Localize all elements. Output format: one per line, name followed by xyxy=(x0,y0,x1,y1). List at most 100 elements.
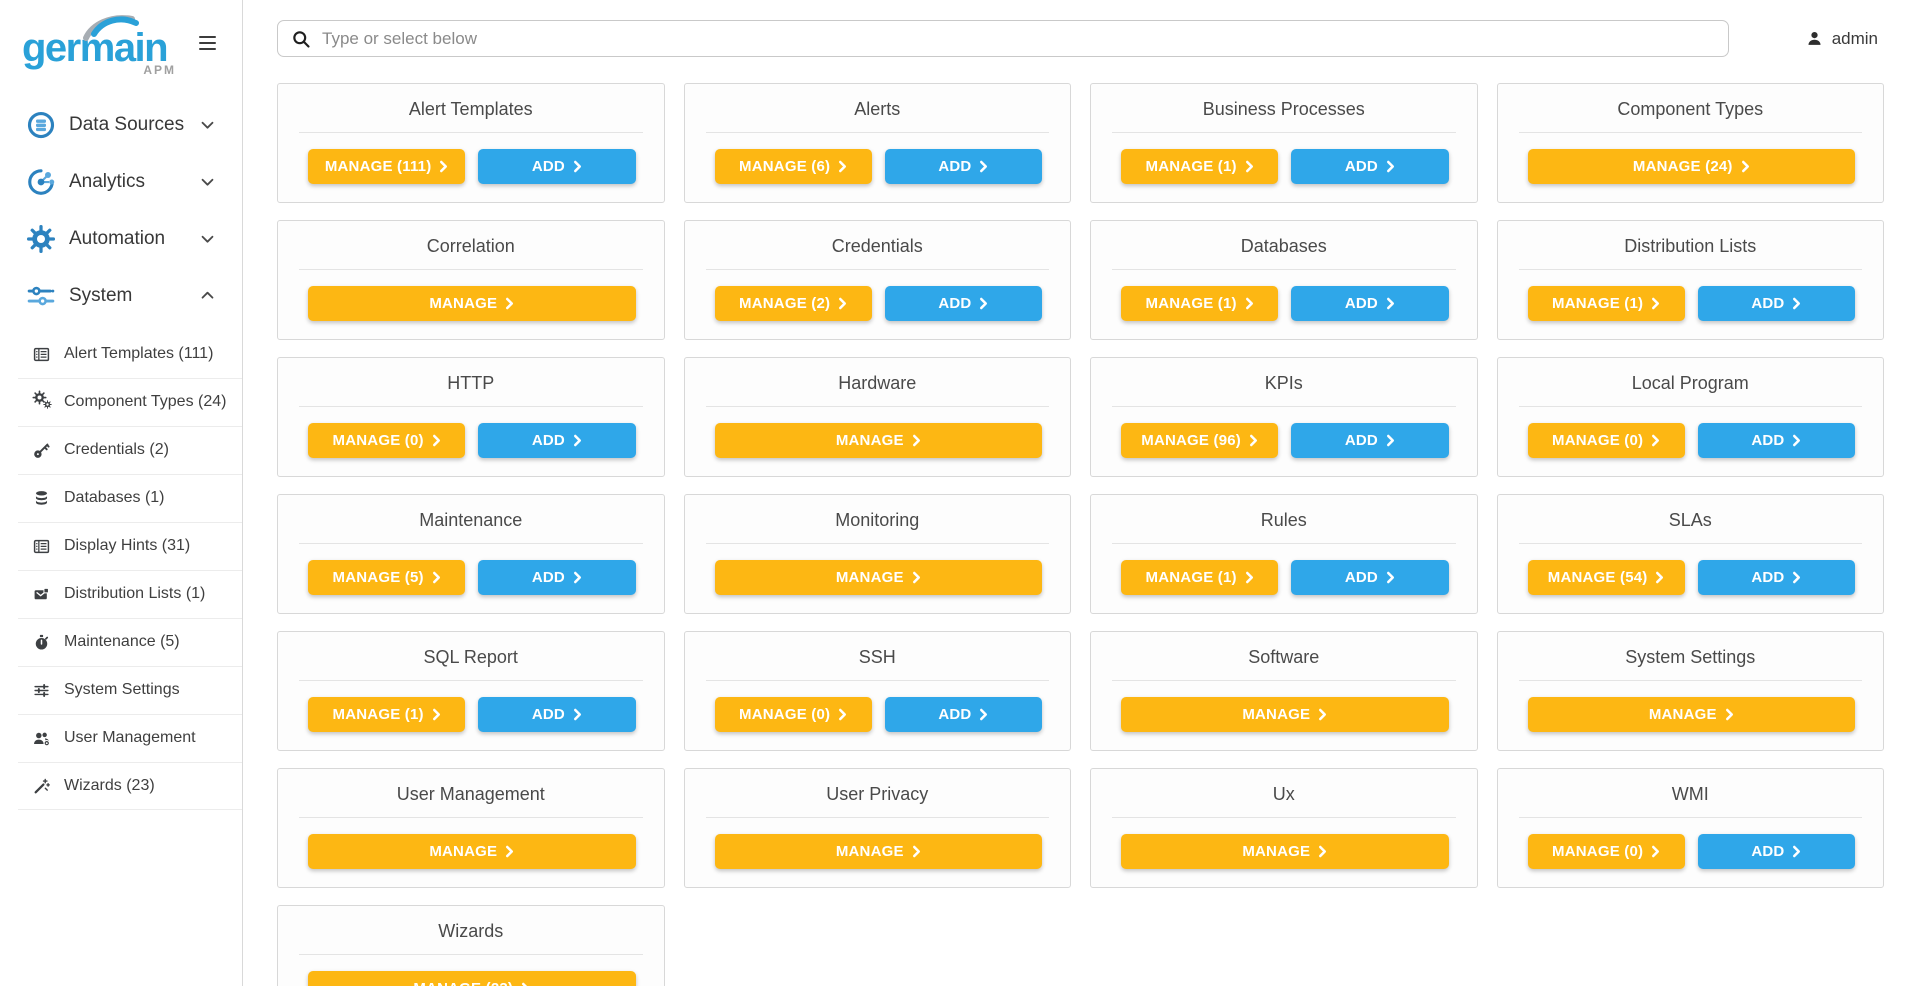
chevron-right-icon xyxy=(1386,297,1395,310)
add-button-alert-templates[interactable]: ADD xyxy=(478,149,635,184)
chevron-right-icon xyxy=(573,708,582,721)
sidebar-subitem-alert-templates-111[interactable]: Alert Templates (111) xyxy=(0,330,242,378)
manage-button-wmi[interactable]: MANAGE (0) xyxy=(1528,834,1685,869)
sidebar-subitem-label: Maintenance (5) xyxy=(64,633,180,651)
chevron-right-icon xyxy=(1245,571,1254,584)
manage-button-label: MANAGE xyxy=(836,432,904,449)
chevron-right-icon xyxy=(573,160,582,173)
search-icon xyxy=(291,29,311,49)
sidebar-subitem-label: Display Hints (31) xyxy=(64,537,190,555)
chevron-right-icon xyxy=(1792,845,1801,858)
sidebar-item-analytics[interactable]: Analytics xyxy=(0,153,242,210)
manage-button-slas[interactable]: MANAGE (54) xyxy=(1528,560,1685,595)
manage-button-label: MANAGE (1) xyxy=(1146,295,1237,312)
manage-button-system-settings[interactable]: MANAGE xyxy=(1528,697,1856,732)
manage-button-software[interactable]: MANAGE xyxy=(1121,697,1449,732)
brand-logo[interactable]: germain APM xyxy=(22,10,182,77)
manage-button-http[interactable]: MANAGE (0) xyxy=(308,423,465,458)
manage-button-hardware[interactable]: MANAGE xyxy=(715,423,1043,458)
manage-button-label: MANAGE (24) xyxy=(1633,158,1733,175)
card-title: Monitoring xyxy=(685,495,1071,531)
manage-button-alerts[interactable]: MANAGE (6) xyxy=(715,149,872,184)
chevron-right-icon xyxy=(912,571,921,584)
menu-toggle-icon[interactable] xyxy=(199,36,216,54)
add-button-alerts[interactable]: ADD xyxy=(885,149,1042,184)
chevron-right-icon xyxy=(979,297,988,310)
add-button-label: ADD xyxy=(938,706,971,723)
manage-button-local-program[interactable]: MANAGE (0) xyxy=(1528,423,1685,458)
manage-button-label: MANAGE xyxy=(429,843,497,860)
add-button-business-processes[interactable]: ADD xyxy=(1291,149,1448,184)
manage-button-user-privacy[interactable]: MANAGE xyxy=(715,834,1043,869)
add-button-local-program[interactable]: ADD xyxy=(1698,423,1855,458)
manage-button-label: MANAGE (0) xyxy=(1552,843,1643,860)
manage-button-ux[interactable]: MANAGE xyxy=(1121,834,1449,869)
manage-button-correlation[interactable]: MANAGE xyxy=(308,286,636,321)
manage-button-databases[interactable]: MANAGE (1) xyxy=(1121,286,1278,321)
card-user-privacy: User Privacy MANAGE xyxy=(684,768,1072,888)
automation-gear-icon xyxy=(25,223,57,255)
sidebar-subitem-system-settings[interactable]: System Settings xyxy=(0,666,242,714)
sidebar-header: germain APM xyxy=(0,0,242,82)
sidebar-subitem-databases-1[interactable]: Databases (1) xyxy=(0,474,242,522)
add-button-http[interactable]: ADD xyxy=(478,423,635,458)
card-title: Alert Templates xyxy=(278,84,664,120)
sidebar-subitem-label: Databases (1) xyxy=(64,489,165,507)
chevron-right-icon xyxy=(1386,434,1395,447)
sidebar-subitem-user-management[interactable]: User Management xyxy=(0,714,242,762)
add-button-kpis[interactable]: ADD xyxy=(1291,423,1448,458)
card-business-processes: Business Processes MANAGE (1)ADD xyxy=(1090,83,1478,203)
sidebar-subitem-distribution-lists-1[interactable]: Distribution Lists (1) xyxy=(0,570,242,618)
add-button-credentials[interactable]: ADD xyxy=(885,286,1042,321)
manage-button-distribution-lists[interactable]: MANAGE (1) xyxy=(1528,286,1685,321)
add-button-databases[interactable]: ADD xyxy=(1291,286,1448,321)
add-button-maintenance[interactable]: ADD xyxy=(478,560,635,595)
chevron-right-icon xyxy=(1386,160,1395,173)
manage-button-label: MANAGE (111) xyxy=(325,158,432,175)
manage-button-label: MANAGE xyxy=(429,295,497,312)
add-button-wmi[interactable]: ADD xyxy=(1698,834,1855,869)
sidebar-subitem-component-types-24[interactable]: Component Types (24) xyxy=(0,378,242,426)
sidebar-subitem-wizards-23[interactable]: Wizards (23) xyxy=(0,762,242,810)
chevron-right-icon xyxy=(1792,434,1801,447)
card-buttons: MANAGE (0) ADD xyxy=(1498,818,1884,869)
card-title: Local Program xyxy=(1498,358,1884,394)
user-icon xyxy=(1806,30,1823,47)
sidebar-subitem-label: Distribution Lists (1) xyxy=(64,585,205,603)
add-button-label: ADD xyxy=(1751,295,1784,312)
manage-button-user-management[interactable]: MANAGE xyxy=(308,834,636,869)
add-button-distribution-lists[interactable]: ADD xyxy=(1698,286,1855,321)
sidebar-item-automation[interactable]: Automation xyxy=(0,210,242,267)
manage-button-business-processes[interactable]: MANAGE (1) xyxy=(1121,149,1278,184)
manage-button-kpis[interactable]: MANAGE (96) xyxy=(1121,423,1278,458)
manage-button-rules[interactable]: MANAGE (1) xyxy=(1121,560,1278,595)
search-input-wrapper[interactable] xyxy=(277,20,1729,57)
sidebar-subitem-maintenance-5[interactable]: Maintenance (5) xyxy=(0,618,242,666)
manage-button-alert-templates[interactable]: MANAGE (111) xyxy=(308,149,465,184)
search-input[interactable] xyxy=(320,28,1715,50)
sidebar-item-data-sources[interactable]: Data Sources xyxy=(0,96,242,153)
card-buttons: MANAGE (54) ADD xyxy=(1498,544,1884,595)
inbox-icon xyxy=(31,586,52,603)
card-title: Software xyxy=(1091,632,1477,668)
card-buttons: MANAGE xyxy=(1091,681,1477,732)
sidebar-subitem-display-hints-31[interactable]: Display Hints (31) xyxy=(0,522,242,570)
manage-button-credentials[interactable]: MANAGE (2) xyxy=(715,286,872,321)
chevron-right-icon xyxy=(1651,434,1660,447)
card-buttons: MANAGE (0) ADD xyxy=(278,407,664,458)
add-button-ssh[interactable]: ADD xyxy=(885,697,1042,732)
manage-button-wizards[interactable]: MANAGE (23) xyxy=(308,971,636,986)
topbar: admin xyxy=(277,20,1884,57)
manage-button-maintenance[interactable]: MANAGE (5) xyxy=(308,560,465,595)
sidebar-item-system[interactable]: System xyxy=(0,267,242,324)
manage-button-component-types[interactable]: MANAGE (24) xyxy=(1528,149,1856,184)
manage-button-sql-report[interactable]: MANAGE (1) xyxy=(308,697,465,732)
add-button-rules[interactable]: ADD xyxy=(1291,560,1448,595)
add-button-sql-report[interactable]: ADD xyxy=(478,697,635,732)
manage-button-ssh[interactable]: MANAGE (0) xyxy=(715,697,872,732)
add-button-slas[interactable]: ADD xyxy=(1698,560,1855,595)
sidebar-subitem-credentials-2[interactable]: Credentials (2) xyxy=(0,426,242,474)
user-menu[interactable]: admin xyxy=(1806,29,1884,49)
manage-button-monitoring[interactable]: MANAGE xyxy=(715,560,1043,595)
add-button-label: ADD xyxy=(938,295,971,312)
